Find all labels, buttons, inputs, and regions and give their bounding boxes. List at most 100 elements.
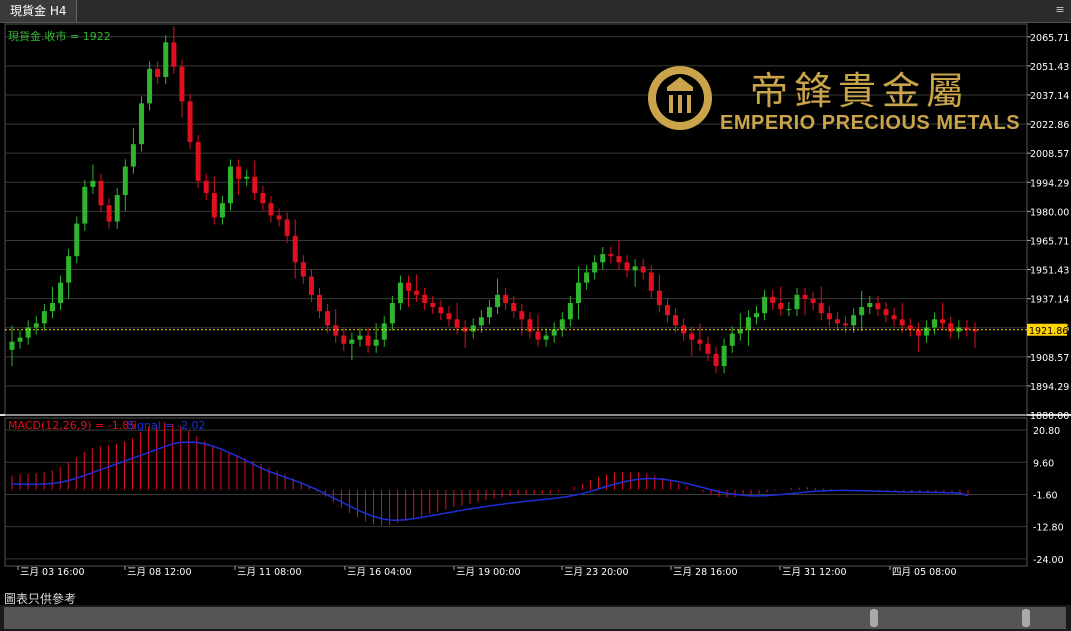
price-tick-label: 1894.29 <box>1030 382 1069 393</box>
x-axis-label: 三月 28 16:00 <box>673 567 738 578</box>
candle-body <box>414 290 420 295</box>
candle-body <box>49 302 55 312</box>
candle-body <box>592 262 598 273</box>
candle-body <box>478 317 484 326</box>
candle-body <box>867 302 873 308</box>
candle-body <box>923 327 929 336</box>
candle-body <box>211 193 217 218</box>
macd-tick-label: -1.60 <box>1033 490 1058 501</box>
candle-body <box>122 166 128 196</box>
brand-logo: 帝鋒貴金屬 EMPERIO PRECIOUS METALS <box>645 60 1025 140</box>
candle-body <box>446 313 452 320</box>
candle-body <box>33 323 39 328</box>
candle-body <box>397 282 403 303</box>
candle-body <box>689 333 695 340</box>
candle-body <box>227 166 233 204</box>
candle-body <box>859 307 865 316</box>
candle-body <box>932 319 938 328</box>
candle-body <box>357 335 363 340</box>
candle-body <box>470 325 476 332</box>
candle-body <box>754 313 760 318</box>
candle-body <box>567 302 573 320</box>
candle-body <box>778 302 784 310</box>
candle-body <box>195 142 201 181</box>
candle-body <box>381 323 387 340</box>
current-price-label: 1921.86 <box>1029 326 1068 337</box>
horizontal-scrollbar[interactable] <box>0 605 1071 631</box>
x-axis-label: 三月 23 20:00 <box>564 567 629 578</box>
candle-body <box>308 276 314 295</box>
candle-body <box>260 193 266 204</box>
candle-body <box>786 309 792 311</box>
candle-body <box>721 345 727 367</box>
price-tick-label: 1994.29 <box>1030 178 1069 189</box>
x-axis-label: 三月 16 04:00 <box>347 567 412 578</box>
candle-body <box>325 311 331 326</box>
candle-body <box>430 302 436 308</box>
macd-tick-label: -12.80 <box>1033 523 1064 534</box>
signal-line <box>12 441 969 522</box>
candle-body <box>130 144 136 167</box>
candle-body <box>810 298 816 303</box>
candle-body <box>584 272 590 283</box>
scroll-handle-left[interactable] <box>870 609 878 627</box>
candle-body <box>179 66 185 102</box>
candle-body <box>341 335 347 344</box>
candle-body <box>802 294 808 299</box>
candle-body <box>964 327 970 330</box>
candle-body <box>389 302 395 324</box>
menu-icon[interactable]: ≡ <box>1053 3 1067 17</box>
logo-chinese-text: 帝鋒貴金屬 <box>750 69 971 113</box>
price-tick-label: 1965.71 <box>1030 236 1069 247</box>
price-tick-label: 1980.00 <box>1030 207 1069 218</box>
candle-body <box>770 296 776 303</box>
candle-body <box>365 335 371 346</box>
candle-body <box>843 323 849 326</box>
candle-body <box>818 302 824 314</box>
scroll-track[interactable] <box>4 607 1066 629</box>
logo-emblem-icon <box>648 66 712 130</box>
candle-body <box>543 335 549 340</box>
chart-tab[interactable]: 現貨金 H4 <box>0 0 78 22</box>
candle-body <box>25 327 31 338</box>
candle-body <box>729 333 735 346</box>
candle-body <box>171 42 177 67</box>
candle-body <box>17 337 23 342</box>
candle-body <box>575 282 581 303</box>
price-tick-label: 1908.57 <box>1030 353 1069 364</box>
candle-body <box>600 254 606 263</box>
price-tick-label: 1880.00 <box>1030 411 1069 422</box>
candle-body <box>559 319 565 330</box>
candle-body <box>82 186 88 224</box>
candle-body <box>292 235 298 263</box>
x-axis-label: 四月 05 08:00 <box>892 567 957 578</box>
candle-body <box>236 166 242 179</box>
candle-body <box>656 290 662 306</box>
price-tick-label: 2008.57 <box>1030 149 1069 160</box>
candle-body <box>948 323 954 332</box>
candle-body <box>422 294 428 303</box>
candle-body <box>147 68 153 104</box>
price-tick-label: 1937.14 <box>1030 295 1069 306</box>
x-axis-label: 三月 19 00:00 <box>456 567 521 578</box>
x-axis-label: 三月 03 16:00 <box>20 567 85 578</box>
candle-body <box>519 311 525 320</box>
candle-body <box>203 180 209 194</box>
price-tick-label: 2051.43 <box>1030 62 1069 73</box>
candle-body <box>794 294 800 310</box>
x-axis-label: 三月 31 12:00 <box>782 567 847 578</box>
candle-body <box>219 203 225 218</box>
candle-body <box>883 309 889 316</box>
candle-body <box>74 223 80 257</box>
candle-body <box>616 256 622 263</box>
x-axis-label: 三月 08 12:00 <box>127 567 192 578</box>
candle-body <box>705 343 711 354</box>
candle-body <box>940 319 946 324</box>
chart-tab-bar: 現貨金 H4 ≡ <box>0 0 1071 23</box>
candle-body <box>851 315 857 326</box>
candle-body <box>106 205 112 222</box>
candle-body <box>276 215 282 220</box>
scroll-handle-right[interactable] <box>1022 609 1030 627</box>
candle-body <box>495 294 501 308</box>
macd-tick-label: -24.00 <box>1033 555 1064 566</box>
